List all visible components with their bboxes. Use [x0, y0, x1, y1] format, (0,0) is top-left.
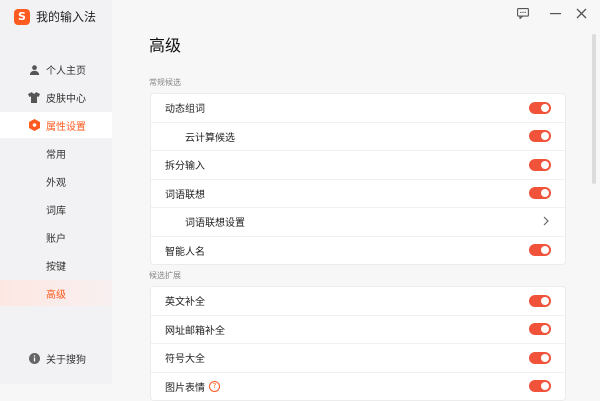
setting-row: 词语联想 [151, 180, 565, 208]
setting-label: 拆分输入 [165, 161, 205, 173]
setting-label: 动态组词 [165, 104, 205, 116]
main-panel: 高级 常规候选 动态组词 云计算候选 拆分输入 词语联想 词语联想设置 智能人名 [112, 0, 600, 401]
setting-row: 英文补全 [151, 287, 565, 316]
setting-row: 智能人名 [151, 237, 565, 265]
setting-row-link[interactable]: 词语联想设置 [151, 208, 565, 237]
sidebar-item-label: 皮肤中心 [46, 93, 86, 105]
sidebar: S 我的输入法 个人主页 皮肤中心 属性设置 常用 外观 词库 账户 按键 高级 [0, 0, 112, 384]
sidebar-subitem-label: 账户 [46, 233, 66, 245]
sidebar-item-profile[interactable]: 个人主页 [0, 56, 112, 82]
sidebar-item-settings[interactable]: 属性设置 [0, 112, 112, 138]
setting-label: 智能人名 [165, 246, 205, 258]
setting-label: 网址邮箱补全 [165, 325, 225, 337]
sidebar-subitem-account[interactable]: 账户 [0, 224, 112, 250]
user-icon [28, 63, 40, 75]
sidebar-item-label: 个人主页 [46, 65, 86, 77]
info-icon [28, 352, 40, 364]
scrollbar[interactable] [592, 34, 596, 184]
setting-row: 动态组词 [151, 94, 565, 123]
sidebar-subitem-common[interactable]: 常用 [0, 140, 112, 166]
setting-row: 网址邮箱补全 [151, 316, 565, 344]
settings-card-general: 动态组词 云计算候选 拆分输入 词语联想 词语联想设置 智能人名 [150, 93, 566, 265]
help-icon[interactable]: ? [209, 380, 220, 392]
toggle-switch[interactable] [529, 380, 551, 393]
section-label: 候选扩展 [149, 271, 181, 280]
toggle-switch[interactable] [529, 351, 551, 364]
sidebar-subitem-dictionary[interactable]: 词库 [0, 196, 112, 222]
sidebar-subitem-advanced[interactable]: 高级 [0, 280, 112, 306]
setting-label: 英文补全 [165, 297, 205, 309]
sidebar-item-skins[interactable]: 皮肤中心 [0, 84, 112, 110]
setting-row: 图片表情 ? [151, 373, 565, 401]
app-title-text: 我的输入法 [36, 10, 97, 24]
sidebar-item-label: 关于搜狗 [46, 354, 86, 366]
setting-label: 图片表情 [165, 382, 205, 394]
sidebar-subitem-appearance[interactable]: 外观 [0, 168, 112, 194]
toggle-switch[interactable] [529, 158, 551, 171]
setting-row: 云计算候选 [151, 123, 565, 151]
sidebar-subitem-label: 外观 [46, 177, 66, 189]
toggle-switch[interactable] [529, 294, 551, 307]
setting-row: 拆分输入 [151, 151, 565, 180]
setting-row: 符号大全 [151, 344, 565, 373]
sidebar-subitem-keys[interactable]: 按键 [0, 252, 112, 278]
app-title: S 我的输入法 [14, 8, 96, 25]
setting-label: 词语联想设置 [185, 218, 245, 230]
chevron-right-icon [543, 216, 549, 229]
sidebar-subitem-label: 高级 [46, 289, 66, 301]
page-title: 高级 [149, 36, 182, 55]
sidebar-item-label: 属性设置 [46, 121, 86, 133]
toggle-switch[interactable] [529, 101, 551, 114]
shirt-icon [28, 91, 40, 103]
toggle-switch[interactable] [529, 244, 551, 257]
setting-label: 词语联想 [165, 189, 205, 201]
toggle-switch[interactable] [529, 130, 551, 143]
toggle-switch[interactable] [529, 323, 551, 336]
close-icon[interactable] [574, 6, 588, 20]
minimize-icon[interactable] [548, 6, 562, 20]
section-label: 常规候选 [149, 78, 181, 87]
setting-label: 云计算候选 [185, 132, 235, 144]
hexagon-gear-icon [28, 119, 40, 131]
sidebar-subitem-label: 词库 [46, 205, 66, 217]
sidebar-subitem-label: 常用 [46, 149, 66, 161]
chat-icon[interactable] [516, 6, 530, 20]
setting-label: 符号大全 [165, 354, 205, 366]
toggle-switch[interactable] [529, 187, 551, 200]
sidebar-subitem-label: 按键 [46, 261, 66, 273]
sidebar-item-about[interactable]: 关于搜狗 [0, 345, 112, 371]
app-logo-icon: S [14, 8, 30, 25]
